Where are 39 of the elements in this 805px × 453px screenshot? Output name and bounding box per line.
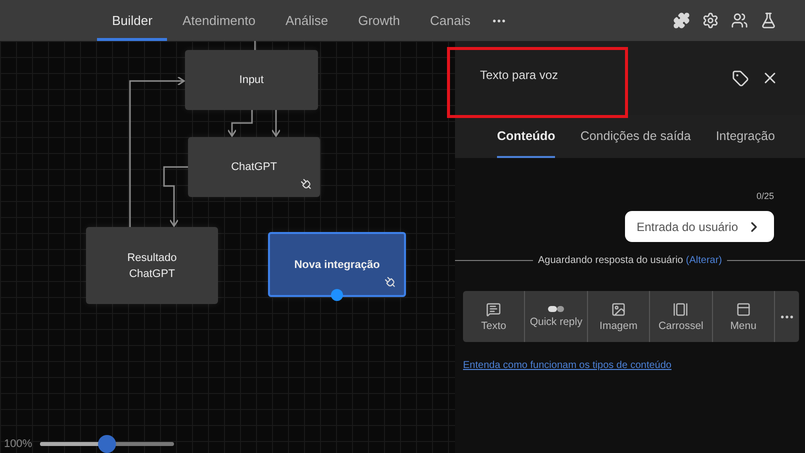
slider-thumb[interactable] bbox=[98, 435, 116, 453]
connection-handle[interactable] bbox=[331, 289, 343, 301]
connector-arrow bbox=[271, 110, 281, 137]
panel-tab[interactable]: Condições de saída bbox=[580, 115, 691, 158]
character-counter: 0/25 bbox=[756, 191, 774, 201]
users-icon[interactable] bbox=[731, 12, 748, 29]
settings-icon[interactable] bbox=[702, 12, 719, 29]
menu-panel-icon bbox=[736, 302, 751, 316]
zoom-slider[interactable] bbox=[40, 435, 174, 453]
waiting-text: Aguardando resposta do usuário (Alterar) bbox=[538, 255, 722, 266]
tag-icon[interactable] bbox=[732, 70, 749, 86]
flow-node[interactable]: Nova integração bbox=[268, 232, 406, 297]
content-type-button[interactable]: Quick reply bbox=[525, 291, 588, 342]
flow-node[interactable]: Input bbox=[185, 50, 318, 110]
content-type-button[interactable]: Imagem bbox=[588, 291, 650, 342]
connector-line bbox=[254, 41, 256, 50]
flask-icon[interactable] bbox=[760, 12, 777, 29]
content-type-button[interactable]: Texto bbox=[463, 291, 526, 342]
connector-arrow bbox=[227, 110, 253, 137]
panel-tab[interactable]: Conteúdo bbox=[497, 115, 556, 158]
panel-title: Texto para voz bbox=[480, 68, 558, 82]
puzzle-icon[interactable] bbox=[673, 12, 690, 29]
content-type-button[interactable]: Menu bbox=[712, 291, 776, 342]
content-type-button[interactable]: Carrossel bbox=[650, 291, 713, 342]
toggle-pill-icon bbox=[548, 305, 564, 313]
change-link[interactable]: (Alterar) bbox=[686, 255, 722, 266]
nav-tab[interactable]: Análise bbox=[270, 0, 344, 41]
user-input-button[interactable]: Entrada do usuário bbox=[624, 211, 774, 242]
help-link[interactable]: Entenda como funcionam os tipos de conteúdo bbox=[463, 360, 805, 371]
image-icon bbox=[611, 302, 626, 316]
nav-tab[interactable]: Canais bbox=[415, 0, 486, 41]
nav-tab[interactable]: Atendimento bbox=[167, 0, 270, 41]
panel-tab[interactable]: Integração bbox=[716, 115, 775, 158]
flow-node[interactable]: Resultado ChatGPT bbox=[86, 227, 218, 304]
zoom-reading: 100% bbox=[4, 438, 32, 450]
nav-tab[interactable]: Growth bbox=[343, 0, 416, 41]
chat-bubble-icon bbox=[486, 302, 502, 316]
flow-node[interactable]: ChatGPT bbox=[188, 137, 320, 197]
carousel-icon bbox=[673, 302, 688, 316]
